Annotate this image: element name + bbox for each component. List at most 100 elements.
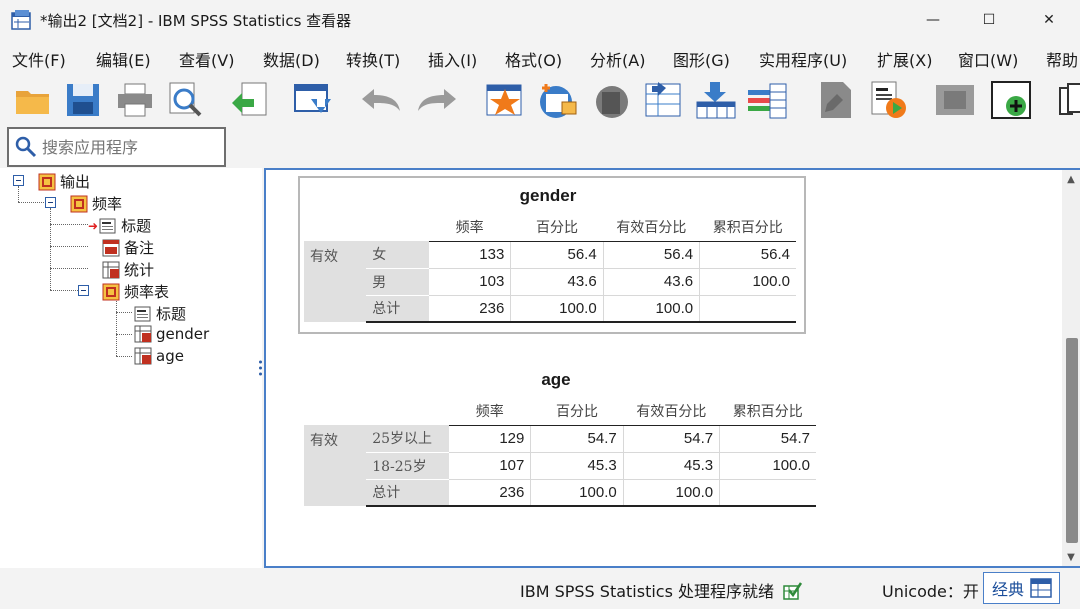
gender-frequency-table: 频率 百分比 有效百分比 累积百分比 有效 女 133 56.4 56.4 56… <box>304 214 796 323</box>
table-cell: 236 <box>448 479 532 507</box>
tree-item-title[interactable]: ➜ 标题 <box>88 215 151 236</box>
tree-item-output[interactable]: 输出 <box>38 171 90 192</box>
table-cell: 56.4 <box>603 241 701 269</box>
tree-collapse-frequencies[interactable] <box>45 197 56 208</box>
table-cell: 100.0 <box>603 295 701 323</box>
title-doc-icon <box>134 306 151 321</box>
menu-file[interactable]: 文件(F) <box>12 47 66 71</box>
pane-splitter[interactable] <box>258 360 263 376</box>
print-icon[interactable] <box>114 78 156 122</box>
processor-status-text: IBM SPSS Statistics 处理程序就绪 <box>520 582 775 601</box>
table-cell: 54.7 <box>623 425 721 453</box>
title-doc-icon <box>99 218 116 233</box>
select-cases-icon[interactable] <box>814 78 856 122</box>
menu-insert[interactable]: 插入(I) <box>428 47 477 71</box>
goto-case-icon[interactable] <box>536 78 578 122</box>
table-cell: 54.7 <box>719 425 816 453</box>
menu-view[interactable]: 查看(V) <box>179 47 234 71</box>
column-header: 百分比 <box>530 398 624 426</box>
scrollbar-thumb[interactable] <box>1066 338 1078 543</box>
table-cell: 56.4 <box>510 241 604 269</box>
tree-item-age[interactable]: age <box>134 347 184 365</box>
tree-item-frequencies[interactable]: 频率 <box>70 193 122 214</box>
menu-extensions[interactable]: 扩展(X) <box>877 47 932 71</box>
recall-dialog-icon[interactable] <box>292 78 334 122</box>
table-cell: 54.7 <box>530 425 624 453</box>
undo-icon[interactable] <box>360 78 402 122</box>
open-folder-icon[interactable] <box>12 78 54 122</box>
processor-status: IBM SPSS Statistics 处理程序就绪 <box>520 578 803 602</box>
tree-item-label: gender <box>156 325 210 343</box>
table-cell: 103 <box>428 268 512 296</box>
tree-collapse-freq-table[interactable] <box>78 285 89 296</box>
classic-view-label: 经典 <box>992 580 1025 599</box>
save-icon[interactable] <box>62 78 104 122</box>
tree-item-label: age <box>156 347 184 365</box>
redo-icon[interactable] <box>416 78 458 122</box>
spss-app-icon <box>11 10 31 30</box>
tree-item-label: 统计 <box>124 261 155 279</box>
classic-view-button[interactable]: 经典 <box>983 572 1060 604</box>
designate-window-icon[interactable] <box>866 78 908 122</box>
pivot-table-icon <box>102 261 120 278</box>
vertical-scrollbar[interactable]: ▲ ▼ <box>1062 170 1080 566</box>
menu-format[interactable]: 格式(O) <box>505 47 562 71</box>
menu-transform[interactable]: 转换(T) <box>346 47 400 71</box>
scroll-down-icon[interactable]: ▼ <box>1062 548 1080 566</box>
column-header: 有效百分比 <box>623 398 720 426</box>
print-preview-icon[interactable] <box>164 78 206 122</box>
tree-item-frequency-table[interactable]: 频率表 <box>102 281 169 302</box>
promote-icon[interactable] <box>1050 78 1080 122</box>
close-button[interactable]: ✕ <box>1026 0 1072 40</box>
menu-data[interactable]: 数据(D) <box>263 47 320 71</box>
row-group-label: 有效 <box>304 241 367 322</box>
gender-table-frame[interactable]: gender 频率 百分比 有效百分比 累积百分比 有效 女 133 56.4 … <box>298 176 806 334</box>
search-input[interactable] <box>42 137 222 157</box>
column-header: 频率 <box>428 214 511 242</box>
show-all-icon[interactable] <box>934 78 976 122</box>
tree-item-statistics[interactable]: 统计 <box>102 259 154 280</box>
tree-item-label: 标题 <box>121 217 152 235</box>
table-cell: 100.0 <box>719 452 816 480</box>
table-row: 男 103 43.6 43.6 100.0 <box>304 268 796 296</box>
menu-edit[interactable]: 编辑(E) <box>96 47 151 71</box>
procedure-book-icon <box>102 283 120 300</box>
table-cell: 129 <box>448 425 532 453</box>
goto-data-icon[interactable] <box>484 78 526 122</box>
notes-table-icon <box>102 239 120 256</box>
column-header: 累积百分比 <box>699 214 796 242</box>
hide-icon[interactable] <box>990 78 1032 122</box>
menu-bar: 文件(F) 编辑(E) 查看(V) 数据(D) 转换(T) 插入(I) 格式(O… <box>0 44 1080 72</box>
menu-window[interactable]: 窗口(W) <box>958 47 1018 71</box>
goto-variable-icon[interactable] <box>590 78 632 122</box>
procedure-book-icon <box>70 195 88 212</box>
scroll-up-icon[interactable]: ▲ <box>1062 170 1080 188</box>
output-content-pane: gender 频率 百分比 有效百分比 累积百分比 有效 女 133 56.4 … <box>264 168 1080 568</box>
tree-item-gender[interactable]: gender <box>134 325 209 343</box>
minimize-button[interactable]: — <box>910 0 956 40</box>
menu-utilities[interactable]: 实用程序(U) <box>759 47 847 71</box>
insert-cases-icon[interactable] <box>695 78 737 122</box>
table-cell: 100.0 <box>699 268 796 296</box>
tree-item-title-2[interactable]: 标题 <box>134 303 186 324</box>
tree-item-notes[interactable]: 备注 <box>102 237 154 258</box>
output-book-icon <box>38 173 56 190</box>
menu-help[interactable]: 帮助 <box>1046 47 1078 71</box>
table-row: 总计 236 100.0 100.0 <box>304 295 796 323</box>
tree-collapse-root[interactable] <box>13 175 24 186</box>
menu-analyze[interactable]: 分析(A) <box>590 47 645 71</box>
toolbar <box>0 78 1080 124</box>
menu-graphs[interactable]: 图形(G) <box>673 47 730 71</box>
table-cell: 100.0 <box>530 479 624 507</box>
row-label: 男 <box>366 268 429 296</box>
age-table-frame[interactable]: age 频率 百分比 有效百分比 累积百分比 有效 25岁以上 129 54.7… <box>302 366 818 516</box>
processor-ready-icon <box>783 582 803 600</box>
split-file-icon[interactable] <box>746 78 788 122</box>
table-cell <box>719 479 816 507</box>
table-cell: 107 <box>448 452 532 480</box>
maximize-button[interactable]: ☐ <box>966 0 1012 40</box>
status-bar: IBM SPSS Statistics 处理程序就绪 Unicode：开 经典 <box>0 568 1080 609</box>
table-row: 18-25岁 107 45.3 45.3 100.0 <box>304 452 816 480</box>
export-icon[interactable] <box>228 78 270 122</box>
variables-icon[interactable] <box>642 78 684 122</box>
